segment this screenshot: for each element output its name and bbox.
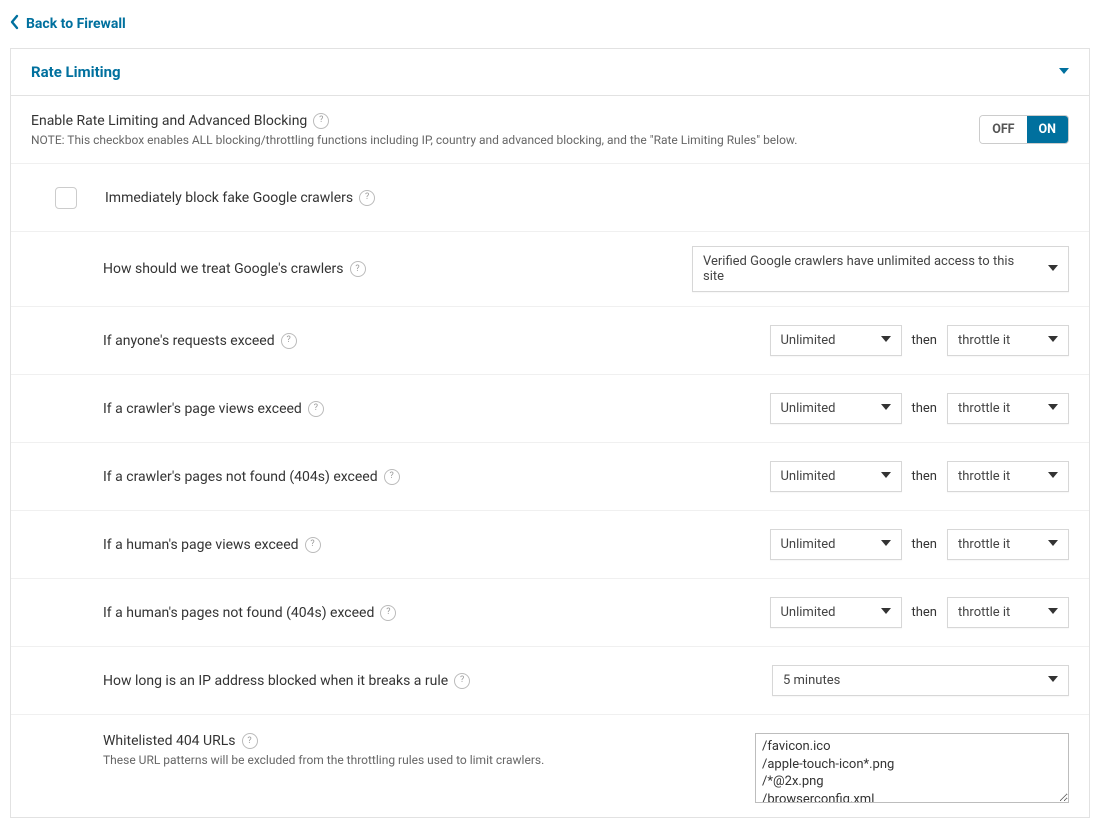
caret-down-icon (1048, 401, 1058, 416)
human-pv-label: If a human's page views exceed (103, 537, 299, 553)
enable-toggle[interactable]: OFF ON (979, 115, 1069, 144)
crawler-pv-row: If a crawler's page views exceed ? Unlim… (11, 375, 1089, 443)
anyone-label: If anyone's requests exceed (103, 333, 275, 349)
crawler-404-row: If a crawler's pages not found (404s) ex… (11, 443, 1089, 511)
crawler-pv-label: If a crawler's page views exceed (103, 401, 302, 417)
enable-row: Enable Rate Limiting and Advanced Blocki… (11, 96, 1089, 164)
select-value: 5 minutes (783, 673, 840, 688)
anyone-action-select[interactable]: throttle it (947, 325, 1069, 356)
anyone-limit-select[interactable]: Unlimited (770, 325, 902, 356)
caret-down-icon (1048, 537, 1058, 552)
back-link-label: Back to Firewall (26, 16, 126, 32)
block-duration-row: How long is an IP address blocked when i… (11, 647, 1089, 715)
help-icon[interactable]: ? (359, 190, 375, 206)
human-404-action-select[interactable]: throttle it (947, 597, 1069, 628)
anyone-row: If anyone's requests exceed ? Unlimited … (11, 307, 1089, 375)
then-text: then (912, 469, 938, 484)
toggle-on[interactable]: ON (1027, 116, 1068, 143)
help-icon[interactable]: ? (384, 469, 400, 485)
then-text: then (912, 605, 938, 620)
human-404-limit-select[interactable]: Unlimited (770, 597, 902, 628)
whitelist-note: These URL patterns will be excluded from… (103, 753, 735, 767)
then-text: then (912, 401, 938, 416)
help-icon[interactable]: ? (380, 605, 396, 621)
help-icon[interactable]: ? (454, 673, 470, 689)
human-404-label: If a human's pages not found (404s) exce… (103, 605, 374, 621)
caret-down-icon (1048, 333, 1058, 348)
enable-label: Enable Rate Limiting and Advanced Blocki… (31, 113, 307, 129)
human-pv-row: If a human's page views exceed ? Unlimit… (11, 511, 1089, 579)
panel-title: Rate Limiting (31, 63, 121, 81)
select-value: Unlimited (781, 401, 836, 416)
toggle-off[interactable]: OFF (980, 116, 1026, 143)
human-pv-limit-select[interactable]: Unlimited (770, 529, 902, 560)
help-icon[interactable]: ? (350, 261, 366, 277)
caret-down-icon (1048, 469, 1058, 484)
panel-header[interactable]: Rate Limiting (11, 49, 1089, 96)
back-to-firewall-link[interactable]: Back to Firewall (0, 0, 1100, 48)
caret-down-icon (881, 605, 891, 620)
help-icon[interactable]: ? (305, 537, 321, 553)
select-value: Unlimited (781, 333, 836, 348)
select-value: throttle it (958, 537, 1010, 552)
help-icon[interactable]: ? (242, 733, 258, 749)
caret-down-icon (881, 469, 891, 484)
fake-crawlers-label: Immediately block fake Google crawlers (105, 190, 353, 206)
caret-down-icon (1048, 262, 1058, 277)
human-404-row: If a human's pages not found (404s) exce… (11, 579, 1089, 647)
select-value: throttle it (958, 605, 1010, 620)
whitelist-label: Whitelisted 404 URLs (103, 733, 236, 749)
google-treat-label: How should we treat Google's crawlers (103, 261, 344, 277)
caret-down-icon (881, 537, 891, 552)
select-value: Unlimited (781, 469, 836, 484)
human-pv-action-select[interactable]: throttle it (947, 529, 1069, 560)
whitelist-row: Whitelisted 404 URLs ? These URL pattern… (11, 715, 1089, 817)
select-value: throttle it (958, 469, 1010, 484)
then-text: then (912, 333, 938, 348)
whitelist-textarea[interactable] (755, 733, 1069, 803)
crawler-404-action-select[interactable]: throttle it (947, 461, 1069, 492)
help-icon[interactable]: ? (308, 401, 324, 417)
chevron-left-icon (8, 14, 22, 34)
crawler-pv-action-select[interactable]: throttle it (947, 393, 1069, 424)
fake-crawlers-row: Immediately block fake Google crawlers ? (11, 164, 1089, 232)
select-value: throttle it (958, 333, 1010, 348)
block-duration-label: How long is an IP address blocked when i… (103, 673, 448, 689)
google-treat-select[interactable]: Verified Google crawlers have unlimited … (692, 246, 1069, 292)
block-duration-select[interactable]: 5 minutes (772, 665, 1069, 696)
help-icon[interactable]: ? (281, 333, 297, 349)
crawler-404-label: If a crawler's pages not found (404s) ex… (103, 469, 378, 485)
caret-down-icon (1048, 605, 1058, 620)
select-value: Unlimited (781, 537, 836, 552)
select-value: Verified Google crawlers have unlimited … (703, 254, 1038, 284)
caret-down-icon (881, 401, 891, 416)
crawler-404-limit-select[interactable]: Unlimited (770, 461, 902, 492)
help-icon[interactable]: ? (313, 113, 329, 129)
select-value: Unlimited (781, 605, 836, 620)
caret-down-icon (881, 333, 891, 348)
google-treat-row: How should we treat Google's crawlers ? … (11, 232, 1089, 307)
crawler-pv-limit-select[interactable]: Unlimited (770, 393, 902, 424)
caret-down-icon (1048, 673, 1058, 688)
rate-limiting-panel: Rate Limiting Enable Rate Limiting and A… (10, 48, 1090, 818)
then-text: then (912, 537, 938, 552)
fake-crawlers-checkbox[interactable] (55, 187, 77, 209)
enable-note: NOTE: This checkbox enables ALL blocking… (31, 133, 959, 147)
select-value: throttle it (958, 401, 1010, 416)
caret-down-icon (1059, 64, 1069, 80)
